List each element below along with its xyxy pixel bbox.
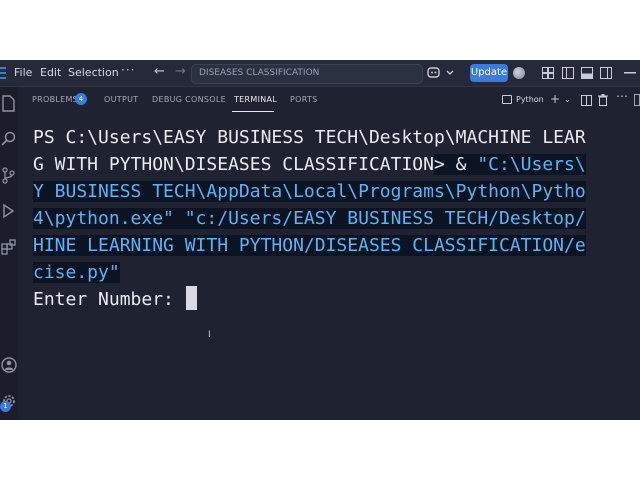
menu-edit[interactable]: Edit [40, 66, 61, 79]
terminal-line: PS C:\Users\EASY BUSINESS TECH\Desktop\M… [33, 124, 586, 151]
menu-file[interactable]: File [14, 66, 32, 79]
selected-command-text: Y BUSINESS TECH\AppData\Local\Programs\P… [33, 181, 586, 202]
selected-command-text: 4\python.exe" "c:/Users/EASY BUSINESS TE… [33, 208, 586, 229]
maximize-panel-icon[interactable] [634, 94, 640, 106]
copilot-icon[interactable] [426, 65, 456, 81]
run-debug-icon[interactable] [1, 203, 16, 219]
terminal-output[interactable]: PS C:\Users\EASY BUSINESS TECH\Desktop\M… [18, 124, 640, 367]
menu-selection[interactable]: Selection [68, 66, 119, 79]
add-terminal-icon[interactable]: + [550, 92, 560, 106]
account-icon[interactable] [513, 67, 525, 79]
search-icon[interactable] [1, 131, 17, 147]
account-icon[interactable] [1, 357, 17, 373]
terminal-line: G WITH PYTHON\DISEASES CLASSIFICATION> &… [33, 151, 586, 178]
settings-update-badge: 1 [0, 401, 11, 412]
bottom-panel: PROBLEMS 4 OUTPUT DEBUG CONSOLE TERMINAL… [18, 87, 640, 420]
active-tab-indicator [232, 111, 274, 112]
panel-tab-bar: PROBLEMS 4 OUTPUT DEBUG CONSOLE TERMINAL… [18, 87, 640, 113]
tab-ports[interactable]: PORTS [290, 95, 318, 104]
menu-more-icon[interactable]: ··· [121, 63, 135, 77]
trash-icon[interactable] [598, 94, 608, 106]
selected-command-text: cise.py" [33, 262, 120, 283]
explorer-icon[interactable] [1, 95, 16, 112]
call-operator: & [444, 154, 478, 175]
terminal-prompt-path: G WITH PYTHON\DISEASES CLASSIFICATION [33, 154, 434, 175]
terminal-prompt-path: PS C:\Users\EASY BUSINESS TECH\Desktop\M… [33, 127, 586, 148]
vscode-window: File Edit Selection ··· ← → DISEASES CLA… [0, 60, 640, 420]
command-center-search[interactable]: DISEASES CLASSIFICATION [191, 64, 423, 84]
menu-icon[interactable] [0, 66, 6, 80]
terminal-shell-icon[interactable] [502, 95, 512, 104]
back-arrow-icon[interactable]: ← [154, 64, 165, 79]
split-terminal-icon[interactable] [581, 95, 592, 106]
bottom-letterbox [0, 420, 640, 480]
extensions-icon[interactable] [1, 239, 17, 255]
tab-output[interactable]: OUTPUT [104, 95, 138, 104]
tab-problems[interactable]: PROBLEMS [32, 95, 78, 104]
title-bar: File Edit Selection ··· ← → DISEASES CLA… [0, 60, 640, 87]
top-letterbox [0, 0, 640, 60]
tab-terminal[interactable]: TERMINAL [234, 95, 277, 104]
source-control-icon[interactable] [1, 167, 16, 184]
selected-command-text: HINE LEARNING WITH PYTHON/DISEASES CLASS… [33, 235, 586, 256]
customize-layout-icon[interactable] [542, 67, 554, 79]
forward-arrow-icon[interactable]: → [175, 64, 186, 79]
problems-count-badge: 4 [75, 93, 87, 105]
tab-debug-console[interactable]: DEBUG CONSOLE [152, 95, 226, 104]
toggle-primary-sidebar-icon[interactable] [562, 67, 574, 79]
update-button[interactable]: Update [470, 64, 508, 82]
selected-command-text: "C:\Users\ [477, 154, 586, 175]
command-center-text: DISEASES CLASSIFICATION [199, 68, 320, 78]
toggle-panel-icon[interactable] [581, 67, 593, 79]
terminal-shell-label[interactable]: Python [516, 95, 544, 104]
terminal-line: Y BUSINESS TECH\AppData\Local\Programs\P… [33, 178, 586, 205]
terminal-line: HINE LEARNING WITH PYTHON/DISEASES CLASS… [33, 232, 586, 259]
terminal-line: cise.py" [33, 259, 120, 286]
prompt-symbol: > [433, 154, 445, 175]
chevron-down-icon[interactable]: ⌄ [564, 95, 571, 104]
input-prompt: Enter Number: [33, 289, 185, 310]
mouse-ibeam-cursor-icon: I [208, 330, 211, 340]
activity-bar: 1 [0, 87, 18, 420]
minimize-icon[interactable] [624, 72, 636, 74]
terminal-line: Enter Number: [33, 286, 197, 313]
more-actions-icon[interactable]: ⋯ [616, 89, 628, 103]
toggle-secondary-sidebar-icon[interactable] [600, 67, 612, 79]
terminal-line: 4\python.exe" "c:/Users/EASY BUSINESS TE… [33, 205, 586, 232]
terminal-cursor [185, 286, 197, 310]
